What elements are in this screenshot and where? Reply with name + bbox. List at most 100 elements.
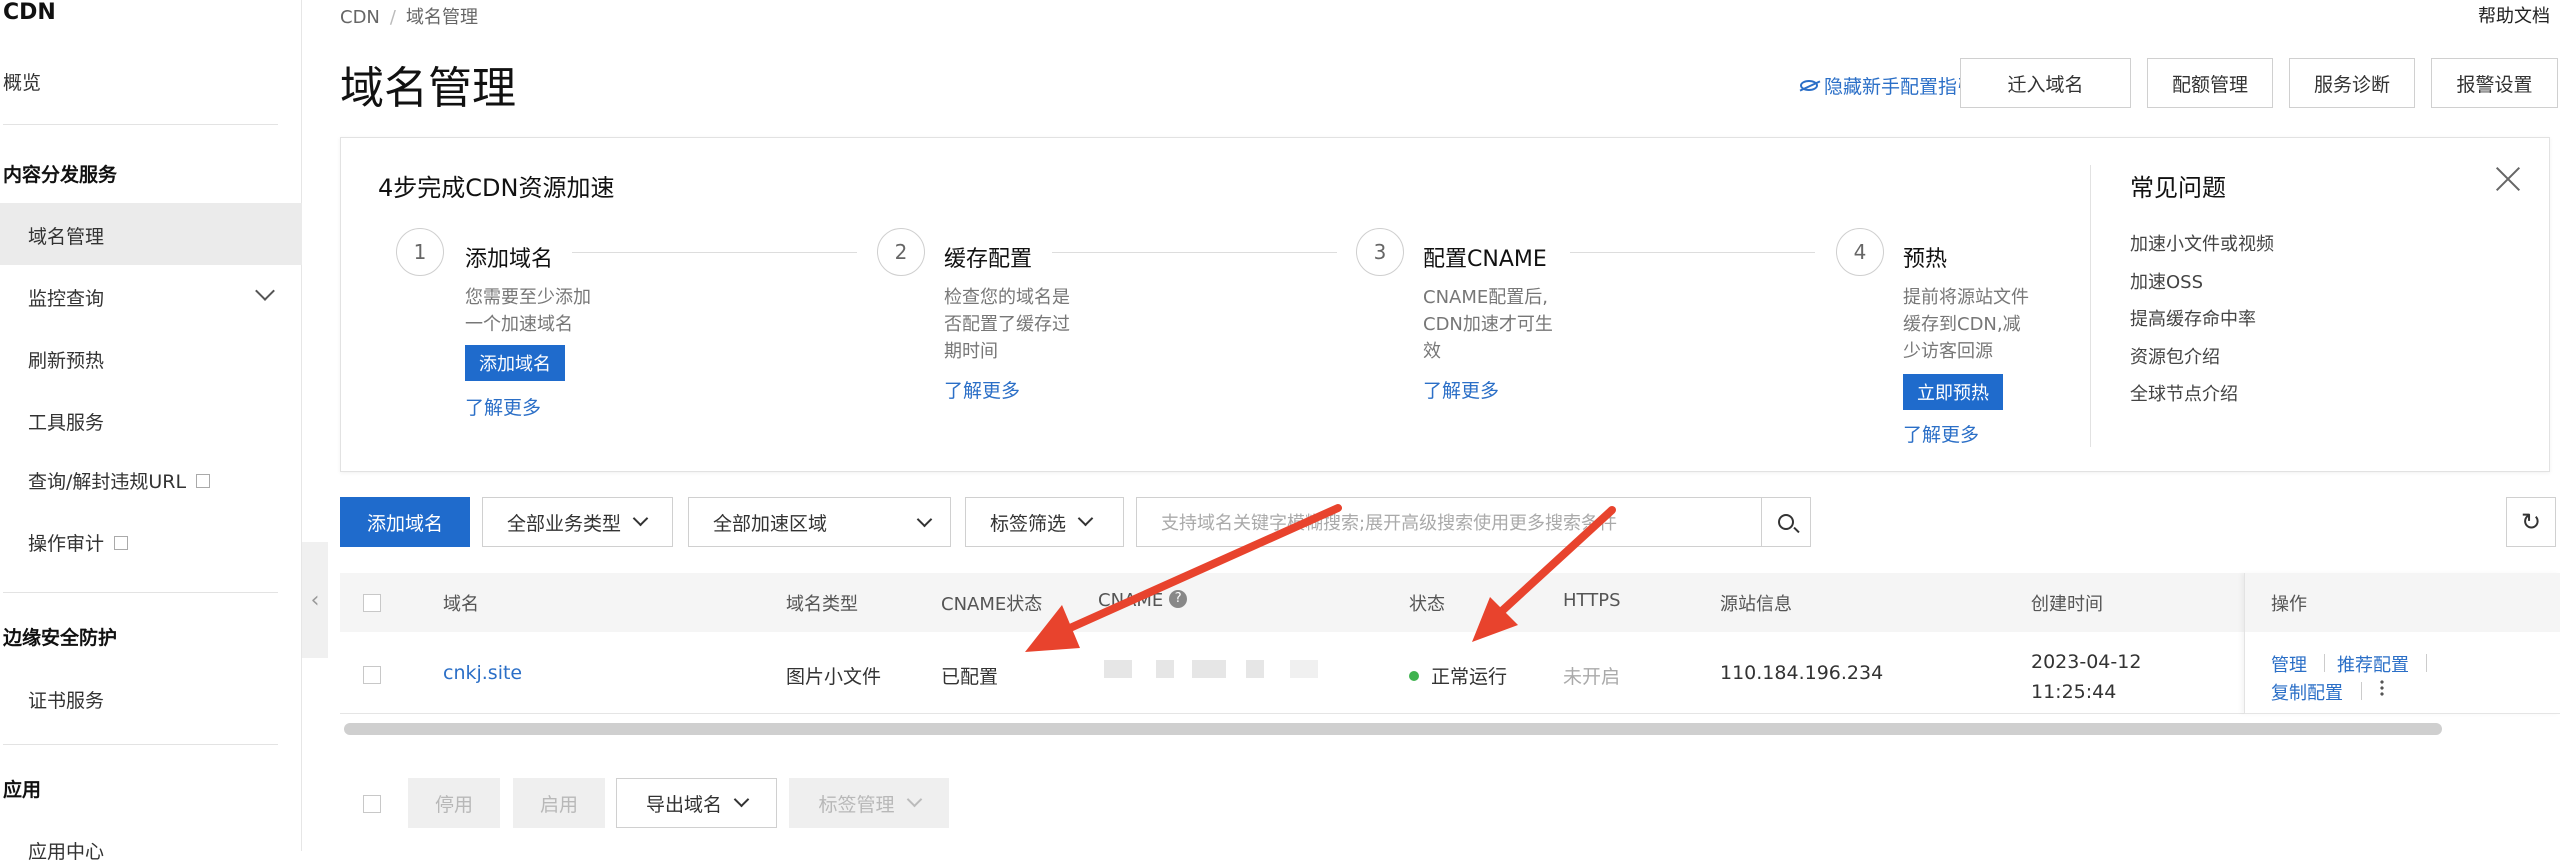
faq-item[interactable]: 全球节点介绍 — [2130, 380, 2238, 406]
step-connector — [1052, 252, 1337, 253]
step-3-number: 3 — [1356, 228, 1404, 276]
tag-filter-value: 标签筛选 — [990, 512, 1067, 535]
step-4-desc-line: 少访客回源 — [1903, 341, 1993, 362]
breadcrumb-separator: / — [389, 7, 396, 28]
tag-filter-select[interactable]: 标签筛选 — [965, 497, 1124, 547]
sidebar-divider — [3, 744, 278, 745]
faq-item[interactable]: 加速OSS — [2130, 268, 2203, 294]
preload-now-button[interactable]: 立即预热 — [1903, 374, 2003, 410]
row-checkbox[interactable] — [363, 666, 381, 684]
select-all-checkbox[interactable] — [363, 594, 381, 612]
refresh-icon: ↻ — [2520, 508, 2542, 536]
column-origin: 源站信息 — [1720, 594, 1792, 615]
sidebar-item-overview[interactable]: 概览 — [3, 68, 41, 95]
batch-select-checkbox[interactable] — [363, 795, 381, 813]
sidebar-divider — [3, 592, 278, 593]
external-link-icon — [196, 473, 211, 488]
sidebar-item-audit[interactable]: 操作审计 — [28, 529, 129, 556]
sidebar-item-certificates[interactable]: 证书服务 — [28, 686, 104, 713]
created-cell: 2023-04-12 11:25:44 — [2031, 647, 2141, 707]
faq-item[interactable]: 资源包介绍 — [2130, 343, 2220, 369]
step-add-domain-button[interactable]: 添加域名 — [465, 345, 565, 381]
import-domain-button[interactable]: 迁入域名 — [1960, 58, 2131, 108]
step-1-desc-line: 您需要至少添加 — [465, 287, 591, 308]
cname-status-cell: 已配置 — [941, 666, 999, 688]
sidebar-item-refresh-preload[interactable]: 刷新预热 — [28, 346, 104, 373]
chevron-down-icon[interactable] — [255, 281, 275, 301]
recommended-config-link[interactable]: 推荐配置 — [2337, 651, 2409, 677]
step-1-number: 1 — [396, 228, 444, 276]
step-3-desc-line: CNAME配置后, — [1423, 287, 1548, 308]
sidebar-item-domain-management[interactable]: 域名管理 — [28, 222, 104, 249]
column-cname-status: CNAME状态 — [941, 594, 1043, 615]
enable-button[interactable]: 启用 — [513, 778, 605, 828]
add-domain-button[interactable]: 添加域名 — [340, 497, 470, 547]
tag-manage-button[interactable]: 标签管理 — [789, 778, 949, 828]
action-separator — [2324, 654, 2325, 672]
guide-divider — [2090, 165, 2091, 447]
sidebar-item-violation-url[interactable]: 查询/解封违规URL — [28, 467, 211, 494]
status-cell: 正常运行 — [1409, 662, 1507, 689]
search-input[interactable]: 支持域名关键字模糊搜索;展开高级搜索使用更多搜索条件 — [1136, 497, 1762, 547]
step-4-desc: 提前将源站文件 缓存到CDN,减 少访客回源 — [1903, 284, 2029, 365]
step-4-learn-more-link[interactable]: 了解更多 — [1903, 420, 1979, 447]
chevron-down-icon — [1077, 510, 1094, 526]
step-3-learn-more-link[interactable]: 了解更多 — [1423, 376, 1499, 403]
column-https: HTTPS — [1563, 590, 1621, 611]
sidebar-item-label: 操作审计 — [28, 533, 105, 555]
service-diagnosis-button[interactable]: 服务诊断 — [2289, 58, 2415, 108]
faq-item[interactable]: 提高缓存命中率 — [2130, 305, 2256, 331]
column-cname: CNAME? — [1098, 590, 1188, 611]
table-header — [340, 573, 2560, 632]
breadcrumb-cdn[interactable]: CDN — [340, 7, 380, 28]
sidebar-section-content: 内容分发服务 — [3, 164, 118, 186]
column-created: 创建时间 — [2031, 594, 2103, 615]
hide-guide-label: 隐藏新手配置指引 — [1824, 76, 1977, 98]
step-4-desc-line: 提前将源站文件 — [1903, 287, 2029, 308]
step-connector — [1570, 252, 1815, 253]
step-1-desc-line: 一个加速域名 — [465, 314, 573, 335]
close-icon[interactable] — [2494, 165, 2522, 193]
breadcrumb-current: 域名管理 — [405, 7, 478, 28]
column-cname-label: CNAME — [1098, 590, 1164, 611]
step-1-learn-more-link[interactable]: 了解更多 — [465, 393, 541, 420]
https-cell: 未开启 — [1563, 666, 1621, 688]
sidebar-item-tools[interactable]: 工具服务 — [28, 408, 104, 435]
search-button[interactable] — [1761, 497, 1811, 547]
domain-link[interactable]: cnkj.site — [443, 662, 522, 684]
step-2-number: 2 — [877, 228, 925, 276]
tag-manage-label: 标签管理 — [818, 793, 895, 816]
refresh-button[interactable]: ↻ — [2506, 497, 2556, 547]
faq-title: 常见问题 — [2130, 174, 2226, 202]
sidebar-collapse-handle[interactable]: ‹ — [302, 542, 328, 658]
manage-link[interactable]: 管理 — [2271, 651, 2307, 677]
horizontal-scrollbar[interactable] — [344, 723, 2442, 735]
guide-title: 4步完成CDN资源加速 — [378, 174, 615, 202]
hide-guide-link[interactable]: 隐藏新手配置指引 — [1800, 72, 1976, 99]
help-icon[interactable]: ? — [1169, 590, 1188, 608]
more-actions-icon[interactable] — [2380, 679, 2384, 697]
sidebar-item-monitoring[interactable]: 监控查询 — [28, 284, 104, 311]
region-select[interactable]: 全部加速区域 — [688, 497, 951, 547]
alarm-settings-button[interactable]: 报警设置 — [2431, 58, 2558, 108]
redacted-cname — [1192, 660, 1226, 678]
step-1-desc: 您需要至少添加 一个加速域名 — [465, 284, 591, 338]
step-2-desc-line: 检查您的域名是 — [944, 287, 1070, 308]
redacted-cname — [1290, 660, 1318, 678]
faq-item[interactable]: 加速小文件或视频 — [2130, 230, 2274, 256]
help-docs-link[interactable]: 帮助文档 — [2478, 2, 2550, 28]
sidebar-divider — [3, 124, 278, 125]
copy-config-link[interactable]: 复制配置 — [2271, 679, 2343, 705]
created-time: 11:25:44 — [2031, 681, 2117, 703]
business-type-select[interactable]: 全部业务类型 — [482, 497, 673, 547]
sidebar: CDN 概览 内容分发服务 域名管理 监控查询 刷新预热 工具服务 查询/解封违… — [0, 0, 302, 863]
export-domain-button[interactable]: 导出域名 — [616, 778, 777, 828]
quota-management-button[interactable]: 配额管理 — [2147, 58, 2273, 108]
step-2-learn-more-link[interactable]: 了解更多 — [944, 376, 1020, 403]
disable-button[interactable]: 停用 — [408, 778, 500, 828]
step-2-desc-line: 期时间 — [944, 341, 998, 362]
chevron-down-icon — [906, 791, 922, 807]
step-2-desc: 检查您的域名是 否配置了缓存过 期时间 — [944, 284, 1070, 365]
step-4-title: 预热 — [1903, 247, 1948, 272]
column-domain: 域名 — [443, 594, 479, 615]
